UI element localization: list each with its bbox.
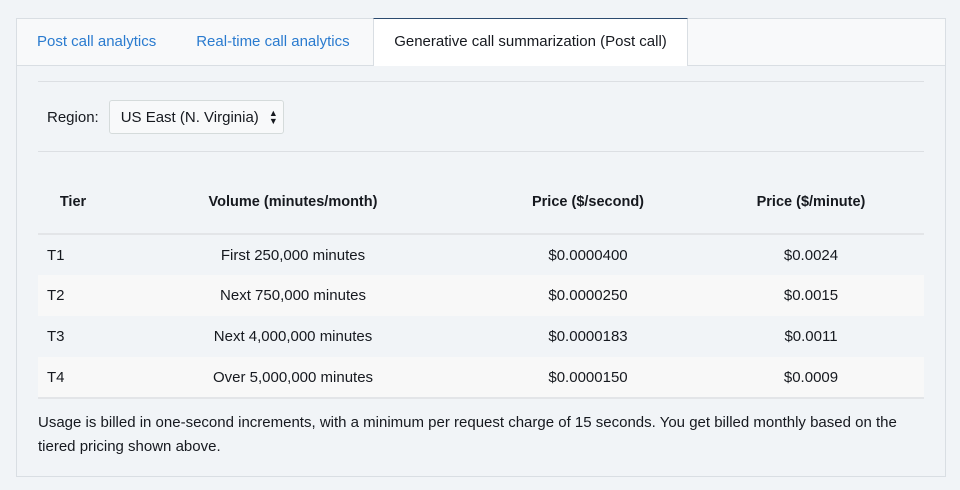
cell-price-minute: $0.0011 — [784, 328, 838, 345]
cell-volume: First 250,000 minutes — [220, 246, 366, 264]
cell-price-second: $0.0000250 — [478, 275, 698, 316]
cell-tier: T3 — [47, 328, 65, 345]
billing-note: Usage is billed in one-second increments… — [38, 414, 897, 455]
divider — [38, 81, 924, 82]
pricing-table: Tier Volume (minutes/month) Price ($/sec… — [38, 171, 924, 399]
region-value: US East (N. Virginia) — [120, 108, 259, 126]
divider — [38, 151, 924, 152]
region-row: Region: US East (N. Virginia) ▲ ▼ — [47, 100, 284, 134]
tab-generative-call-summarization[interactable]: Generative call summarization (Post call… — [373, 18, 688, 66]
tab-real-time-call-analytics[interactable]: Real-time call analytics — [176, 19, 369, 65]
sort-arrows-icon: ▲ ▼ — [268, 108, 278, 126]
header-price-minute: Price ($/minute) — [698, 171, 924, 235]
tab-post-call-analytics[interactable]: Post call analytics — [17, 19, 176, 65]
cell-price-second: $0.0000183 — [548, 328, 628, 345]
table-row: T3 Next 4,000,000 minutes $0.0000183 $0.001… — [38, 316, 924, 357]
cell-volume: Next 750,000 minutes — [108, 275, 478, 316]
region-select[interactable]: US East (N. Virginia) ▲ ▼ — [108, 100, 284, 134]
cell-tier: T2 — [38, 275, 108, 316]
region-label: Region: — [47, 108, 99, 126]
pricing-panel: Post call analytics Real-time call analy… — [16, 18, 946, 477]
cell-price-minute: $0.0024 — [783, 246, 839, 264]
cell-price-minute: $0.0015 — [698, 275, 924, 316]
header-tier: Tier — [38, 171, 108, 235]
cell-price-second: $0.0000400 — [548, 246, 628, 264]
cell-price-second: $0.0000150 — [478, 357, 698, 399]
table-row: T2 Next 750,000 minutes $0.0000250 $0.0015 — [38, 275, 924, 316]
header-volume: Volume (minutes/month) — [108, 171, 478, 235]
table-row: T4 Over 5,000,000 minutes $0.0000150 $0.000… — [38, 357, 924, 399]
cell-tier: T4 — [38, 357, 108, 399]
cell-volume: Next 4,000,000 minutes — [213, 328, 373, 345]
header-price-second: Price ($/second) — [478, 171, 698, 235]
cell-tier: T1 — [47, 246, 65, 264]
table-row: T1 First 250,000 minutes $0.0000400 $0.0024 — [38, 234, 924, 275]
cell-volume: Over 5,000,000 minutes — [108, 357, 478, 399]
tab-bar: Post call analytics Real-time call analy… — [17, 18, 945, 66]
cell-price-minute: $0.0009 — [698, 357, 924, 399]
